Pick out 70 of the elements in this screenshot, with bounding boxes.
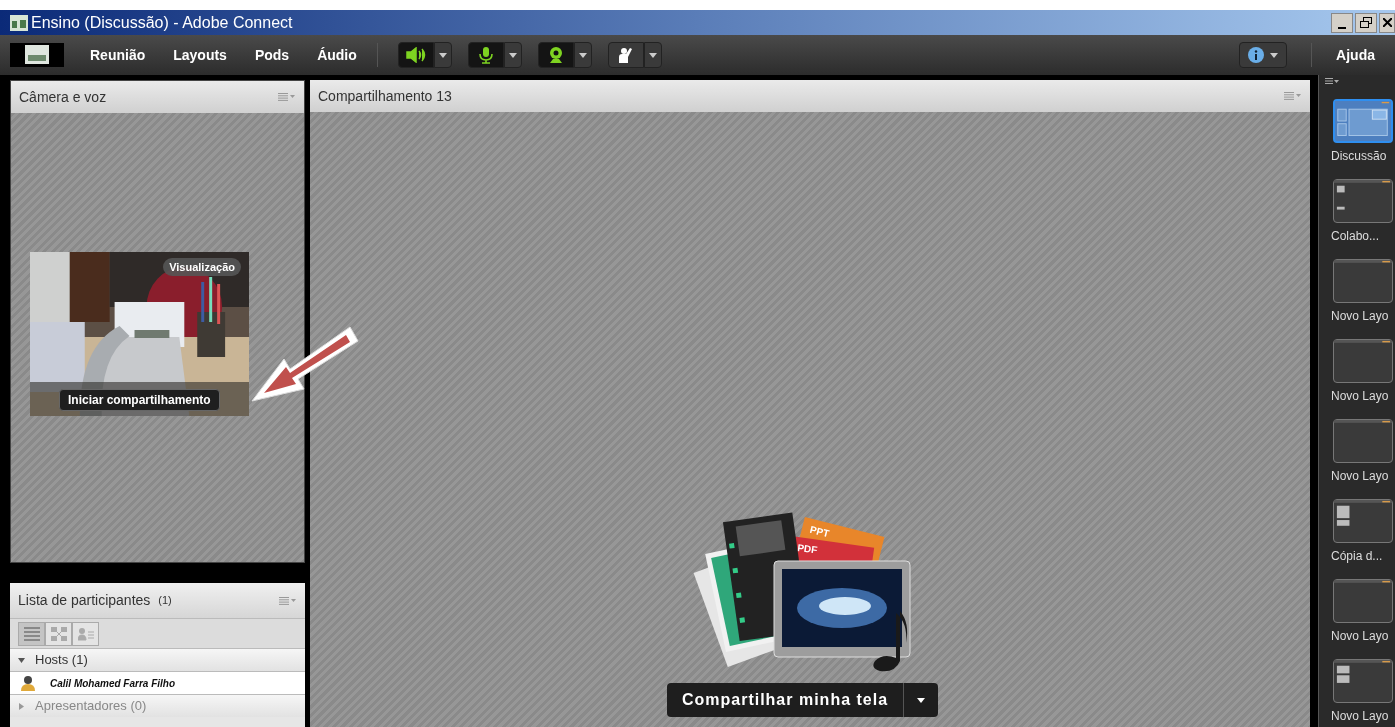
layout-thumbnail[interactable] [1333, 579, 1393, 623]
layout-name[interactable]: Novo Layo [1331, 629, 1395, 643]
participant-count: (1) [158, 593, 172, 609]
menu-item[interactable]: Pods [254, 44, 290, 66]
pod-title: Compartilhamento 13 [318, 86, 452, 106]
toolbar-toggle-button[interactable] [467, 42, 504, 68]
layout-name[interactable]: Discussão [1331, 149, 1395, 163]
layout-thumbnail[interactable] [1333, 179, 1393, 223]
dropdown-button[interactable] [433, 42, 452, 68]
view-toggle-button[interactable] [45, 621, 72, 646]
restore-button[interactable] [1355, 12, 1377, 33]
list-view-icon [23, 626, 40, 641]
dropdown-button[interactable] [503, 42, 522, 68]
menu-item[interactable]: Layouts [173, 44, 227, 66]
window-title: Ensino (Discussão) - Adobe Connect [31, 12, 293, 33]
toolbar-toggle-button[interactable] [607, 42, 644, 68]
minimize-button[interactable] [1331, 12, 1353, 33]
panel-menu-icon[interactable] [1325, 77, 1339, 85]
view-toggle-button[interactable] [72, 621, 99, 646]
logo-thumbnail [10, 43, 64, 67]
layout-thumbnail[interactable] [1333, 659, 1393, 703]
person-view-icon [77, 626, 94, 641]
minimize-icon [1338, 26, 1346, 29]
caret-icon [1270, 52, 1279, 58]
expanded-triangle-icon [18, 656, 25, 664]
layout-name[interactable]: Novo Layo [1331, 469, 1395, 483]
collapsed-triangle-icon [18, 702, 25, 710]
caret-icon [917, 697, 926, 703]
microphone-icon [477, 46, 494, 64]
pod-title: Lista de participantes [18, 591, 151, 610]
info-icon [1248, 47, 1265, 63]
caret-icon [508, 52, 517, 58]
caret-icon [578, 52, 587, 58]
speaker-icon [405, 47, 426, 63]
pod-title: Câmera e voz [19, 87, 107, 107]
dropdown-button[interactable] [643, 42, 662, 68]
layout-name[interactable]: Novo Layo [1331, 389, 1395, 403]
caret-icon [438, 52, 447, 58]
menu-item[interactable]: Áudio [317, 44, 357, 66]
caret-icon [648, 52, 657, 58]
layout-thumbnail[interactable] [1333, 99, 1393, 143]
toolbar-toggle-button[interactable] [537, 42, 574, 68]
start-sharing-button[interactable]: Iniciar compartilhamento [59, 388, 220, 411]
restore-icon [1360, 17, 1372, 28]
layout-name[interactable]: Novo Layo [1331, 309, 1395, 323]
layout-thumbnail[interactable] [1333, 259, 1393, 303]
dropdown-button[interactable] [573, 42, 592, 68]
share-screen-button[interactable]: Compartilhar minha tela [666, 683, 905, 717]
menu-item[interactable]: Reunião [90, 44, 146, 66]
host-user-icon [20, 675, 36, 691]
layout-thumbnail[interactable] [1333, 339, 1393, 383]
layout-name[interactable]: Colabo... [1331, 229, 1395, 243]
participant-name: Calil Mohamed Farra Filho [50, 676, 176, 691]
view-toggle-button[interactable] [18, 621, 45, 646]
close-button[interactable] [1379, 12, 1395, 33]
participant-row[interactable]: Calil Mohamed Farra Filho [10, 671, 305, 694]
media-files-drawing: PPT PDF [690, 511, 920, 681]
layout-thumbnail[interactable] [1333, 499, 1393, 543]
close-icon [1382, 18, 1392, 27]
raised-hand-icon [616, 46, 635, 64]
participant-group-row[interactable]: Hosts (1) [10, 648, 305, 671]
grid-view-icon [50, 626, 67, 641]
info-button[interactable] [1239, 42, 1288, 68]
layout-thumbnail[interactable] [1333, 419, 1393, 463]
app-icon [10, 14, 28, 31]
share-options-button[interactable] [904, 683, 939, 717]
layout-name[interactable]: Cópia d... [1331, 549, 1395, 563]
layout-name[interactable]: Novo Layo [1331, 709, 1395, 723]
help-link[interactable]: Ajuda [1336, 44, 1375, 66]
toolbar-toggle-button[interactable] [397, 42, 434, 68]
